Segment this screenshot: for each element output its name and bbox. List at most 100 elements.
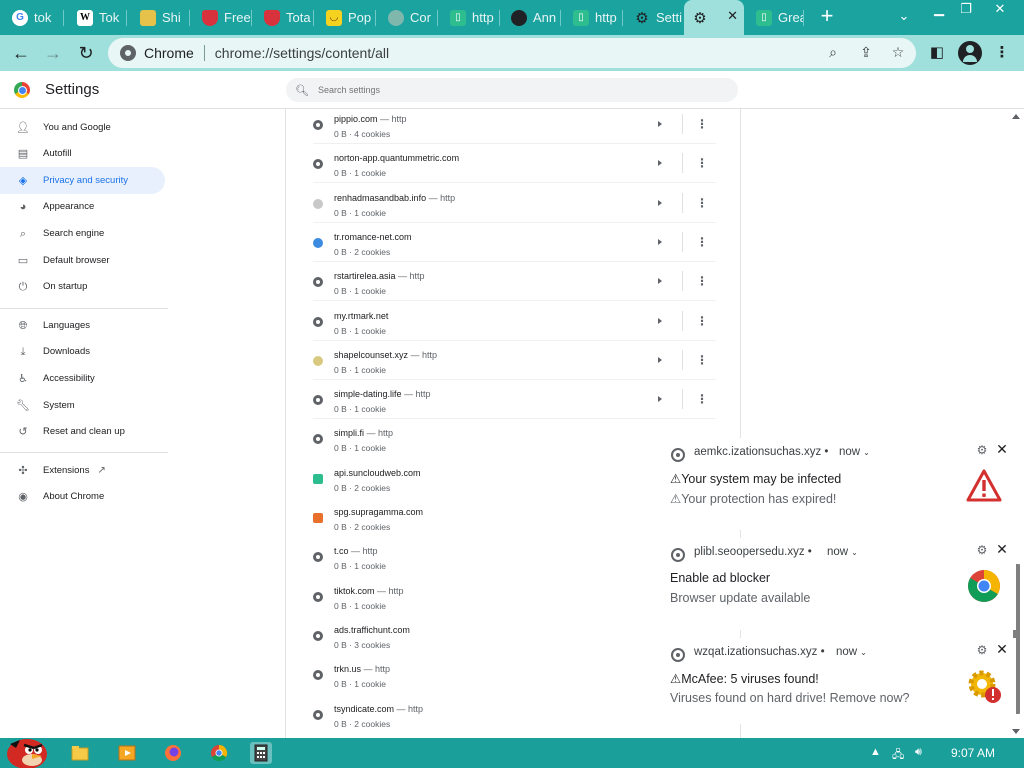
- notification-settings-gear-icon[interactable]: ⚙: [975, 643, 989, 657]
- more-actions-kebab-icon[interactable]: ⋮: [696, 392, 708, 406]
- chrome-taskbar-icon[interactable]: [208, 742, 230, 764]
- minimize-button[interactable]: ▁: [926, 1, 952, 17]
- file-explorer-icon[interactable]: [69, 742, 91, 764]
- settings-search-box[interactable]: 🔍︎: [286, 78, 738, 102]
- notification-close-button[interactable]: ✕: [995, 641, 1009, 657]
- site-row[interactable]: shapelcounset.xyz — http 0 B · 1 cookie ⋮: [286, 341, 716, 380]
- expand-arrow-icon[interactable]: [657, 277, 663, 285]
- tab-11-active[interactable]: ⚙ S ✕: [684, 0, 744, 35]
- sidebar-item-system[interactable]: 🔧︎ System: [0, 392, 165, 419]
- reload-button[interactable]: ↻: [74, 41, 98, 65]
- more-actions-kebab-icon[interactable]: ⋮: [696, 235, 708, 249]
- expand-arrow-icon[interactable]: [657, 120, 663, 128]
- notification-time[interactable]: now ⌄: [839, 446, 870, 458]
- sidebar-item-appearance[interactable]: ◕ Appearance: [0, 193, 165, 220]
- site-row[interactable]: tsyndicate.com — http 0 B · 2 cookies: [286, 695, 716, 734]
- expand-arrow-icon[interactable]: [657, 238, 663, 246]
- sidebar-item-about-chrome[interactable]: ◉ About Chrome: [0, 483, 165, 510]
- site-row[interactable]: rstartirelea.asia — http 0 B · 1 cookie ⋮: [286, 262, 716, 302]
- tab-1[interactable]: W Tok: [69, 4, 127, 31]
- tab-12[interactable]: ▯ Grea: [748, 4, 804, 31]
- system-clock[interactable]: 9:07 AM: [951, 746, 995, 760]
- close-window-button[interactable]: ✕: [987, 1, 1013, 17]
- site-row[interactable]: api.suncloudweb.com 0 B · 2 cookies: [286, 459, 716, 498]
- profile-avatar[interactable]: [958, 41, 982, 65]
- tab-4[interactable]: Tota: [256, 4, 314, 31]
- tab-3[interactable]: Free: [194, 4, 252, 31]
- sidebar-item-search-engine[interactable]: ⌕ Search engine: [0, 220, 165, 247]
- site-row[interactable]: ads.traffichunt.com 0 B · 3 cookies: [286, 616, 716, 655]
- sidebar-item-accessibility[interactable]: ♿︎ Accessibility: [0, 365, 165, 392]
- network-icon[interactable]: 🖧︎: [892, 746, 904, 765]
- notification-time[interactable]: now ⌄: [827, 546, 858, 558]
- tab-0[interactable]: G tok: [4, 4, 64, 31]
- search-input[interactable]: [317, 85, 718, 95]
- sidebar-item-downloads[interactable]: ⤓ Downloads: [0, 338, 165, 365]
- restore-button[interactable]: ❐: [953, 1, 979, 17]
- expand-arrow-icon[interactable]: [657, 317, 663, 325]
- start-button-angry-bird-icon[interactable]: [2, 730, 52, 768]
- tab-8[interactable]: Ann: [503, 4, 561, 31]
- tab-5[interactable]: ◡ Pop: [318, 4, 376, 31]
- notification-settings-gear-icon[interactable]: ⚙: [975, 543, 989, 557]
- zoom-icon[interactable]: ⌕: [824, 43, 842, 61]
- sidebar-item-extensions[interactable]: ✣ Extensions ↗: [0, 457, 165, 484]
- site-row[interactable]: norton-app.quantummetric.com 0 B · 1 cook…: [286, 144, 716, 184]
- more-actions-kebab-icon[interactable]: ⋮: [696, 314, 708, 328]
- bookmark-star-icon[interactable]: ☆: [889, 43, 907, 61]
- address-bar[interactable]: Chrome chrome://settings/content/all: [108, 38, 916, 68]
- notification-popup[interactable]: aemkc.izationsuchas.xyz • now ⌄ ⚙ ✕ ⚠Your…: [656, 438, 1016, 530]
- forward-button[interactable]: →: [41, 41, 65, 65]
- calculator-icon[interactable]: [250, 742, 272, 764]
- tab-search-chevron-icon[interactable]: ⌄: [893, 8, 915, 26]
- site-row[interactable]: tr.romance-net.com 0 B · 2 cookies ⋮: [286, 223, 716, 262]
- media-player-icon[interactable]: [116, 742, 138, 764]
- site-row[interactable]: pippio.com — http 0 B · 4 cookies ⋮: [286, 109, 716, 144]
- expand-arrow-icon[interactable]: [657, 199, 663, 207]
- notification-close-button[interactable]: ✕: [995, 541, 1009, 557]
- notification-time[interactable]: now ⌄: [836, 646, 867, 658]
- expand-arrow-icon[interactable]: [657, 159, 663, 167]
- sidebar-item-you-and-google[interactable]: 👤︎ You and Google: [0, 114, 165, 141]
- tray-chevron-up-icon[interactable]: ▲: [870, 746, 881, 758]
- tab-9[interactable]: ▯ http: [565, 4, 623, 31]
- site-row[interactable]: renhadmasandbab.info — http 0 B · 1 cooki…: [286, 184, 716, 223]
- expand-arrow-icon[interactable]: [657, 395, 663, 403]
- share-icon[interactable]: ⇪: [857, 43, 875, 61]
- site-row[interactable]: trkn.us — http 0 B · 1 cookie: [286, 655, 716, 694]
- sidebar-item-reset-and-clean-up[interactable]: ↺ Reset and clean up: [0, 418, 165, 445]
- tab-7[interactable]: ▯ http: [442, 4, 500, 31]
- notification-popup[interactable]: wzqat.izationsuchas.xyz • now ⌄ ⚙ ✕ ⚠McAf…: [656, 638, 1016, 724]
- site-row[interactable]: my.rtmark.net 0 B · 1 cookie ⋮: [286, 302, 716, 341]
- omnibox-url[interactable]: chrome://settings/content/all: [215, 45, 389, 61]
- sidebar-item-languages[interactable]: 🌐︎ Languages: [0, 312, 165, 339]
- tab-2[interactable]: Shi: [132, 4, 190, 31]
- new-tab-button[interactable]: +: [815, 5, 839, 29]
- close-tab-icon[interactable]: ✕: [727, 8, 738, 24]
- site-row[interactable]: simple-dating.life — http 0 B · 1 cookie ⋮: [286, 380, 716, 420]
- sidebar-item-autofill[interactable]: ▤ Autofill: [0, 140, 165, 167]
- expand-arrow-icon[interactable]: [657, 356, 663, 364]
- sidebar-item-privacy-and-security[interactable]: ◈ Privacy and security: [0, 167, 165, 194]
- site-row[interactable]: spg.supragamma.com 0 B · 2 cookies: [286, 498, 716, 537]
- back-button[interactable]: ←: [9, 41, 33, 65]
- more-actions-kebab-icon[interactable]: ⋮: [696, 353, 708, 367]
- tab-6[interactable]: Cor: [380, 4, 438, 31]
- firefox-icon[interactable]: [162, 742, 184, 764]
- notification-close-button[interactable]: ✕: [995, 441, 1009, 457]
- scroll-down-arrow-icon[interactable]: [1012, 729, 1020, 734]
- more-actions-kebab-icon[interactable]: ⋮: [696, 196, 708, 210]
- site-row[interactable]: tiktok.com — http 0 B · 1 cookie: [286, 577, 716, 616]
- more-actions-kebab-icon[interactable]: ⋮: [696, 156, 708, 170]
- scroll-up-arrow-icon[interactable]: [1012, 114, 1020, 119]
- chrome-page-icon[interactable]: [120, 45, 136, 61]
- menu-kebab-icon[interactable]: ⋮: [990, 41, 1014, 65]
- volume-icon[interactable]: 🔊︎: [915, 746, 922, 759]
- sidebar-item-on-startup[interactable]: ⏻ On startup: [0, 273, 165, 300]
- tab-10[interactable]: ⚙ Setti: [626, 4, 682, 31]
- notification-popup[interactable]: plibl.seoopersedu.xyz • now ⌄ ⚙ ✕ Enable …: [656, 538, 1016, 630]
- notification-settings-gear-icon[interactable]: ⚙: [975, 443, 989, 457]
- sidebar-item-default-browser[interactable]: ▭ Default browser: [0, 247, 165, 274]
- more-actions-kebab-icon[interactable]: ⋮: [696, 274, 708, 288]
- site-row[interactable]: t.co — http 0 B · 1 cookie: [286, 537, 716, 576]
